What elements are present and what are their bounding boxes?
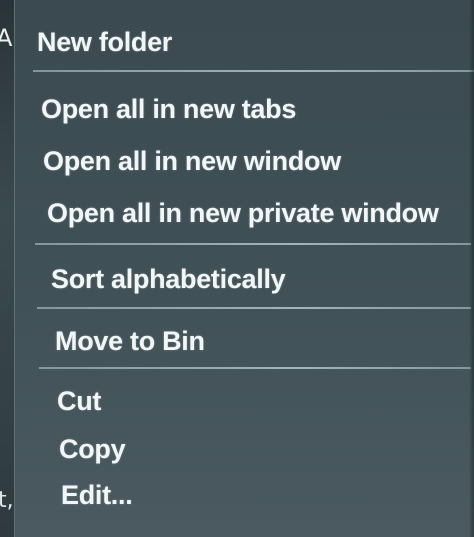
screen: A t, New folder Open all in new tabs Ope… <box>0 0 474 537</box>
menu-item-sort-alphabetically[interactable]: Sort alphabetically <box>51 264 286 295</box>
menu-item-open-all-private-window[interactable]: Open all in new private window <box>47 198 439 229</box>
menu-separator <box>35 243 471 245</box>
menu-item-open-all-new-window[interactable]: Open all in new window <box>43 146 341 177</box>
menu-item-copy[interactable]: Copy <box>59 434 126 465</box>
menu-separator <box>33 70 474 72</box>
menu-item-new-folder[interactable]: New folder <box>37 27 172 58</box>
context-menu: New folder Open all in new tabs Open all… <box>14 0 474 537</box>
background-window-edge: A t, <box>0 0 14 537</box>
menu-item-edit[interactable]: Edit... <box>61 480 133 511</box>
menu-item-cut[interactable]: Cut <box>57 386 101 417</box>
menu-right-shadow <box>469 0 474 537</box>
menu-item-open-all-new-tabs[interactable]: Open all in new tabs <box>41 94 296 125</box>
menu-item-move-to-bin[interactable]: Move to Bin <box>55 326 205 357</box>
menu-separator <box>37 307 471 309</box>
menu-separator <box>39 367 471 369</box>
partial-text-bottom: t, <box>0 488 14 513</box>
partial-text-top: A <box>0 24 13 52</box>
